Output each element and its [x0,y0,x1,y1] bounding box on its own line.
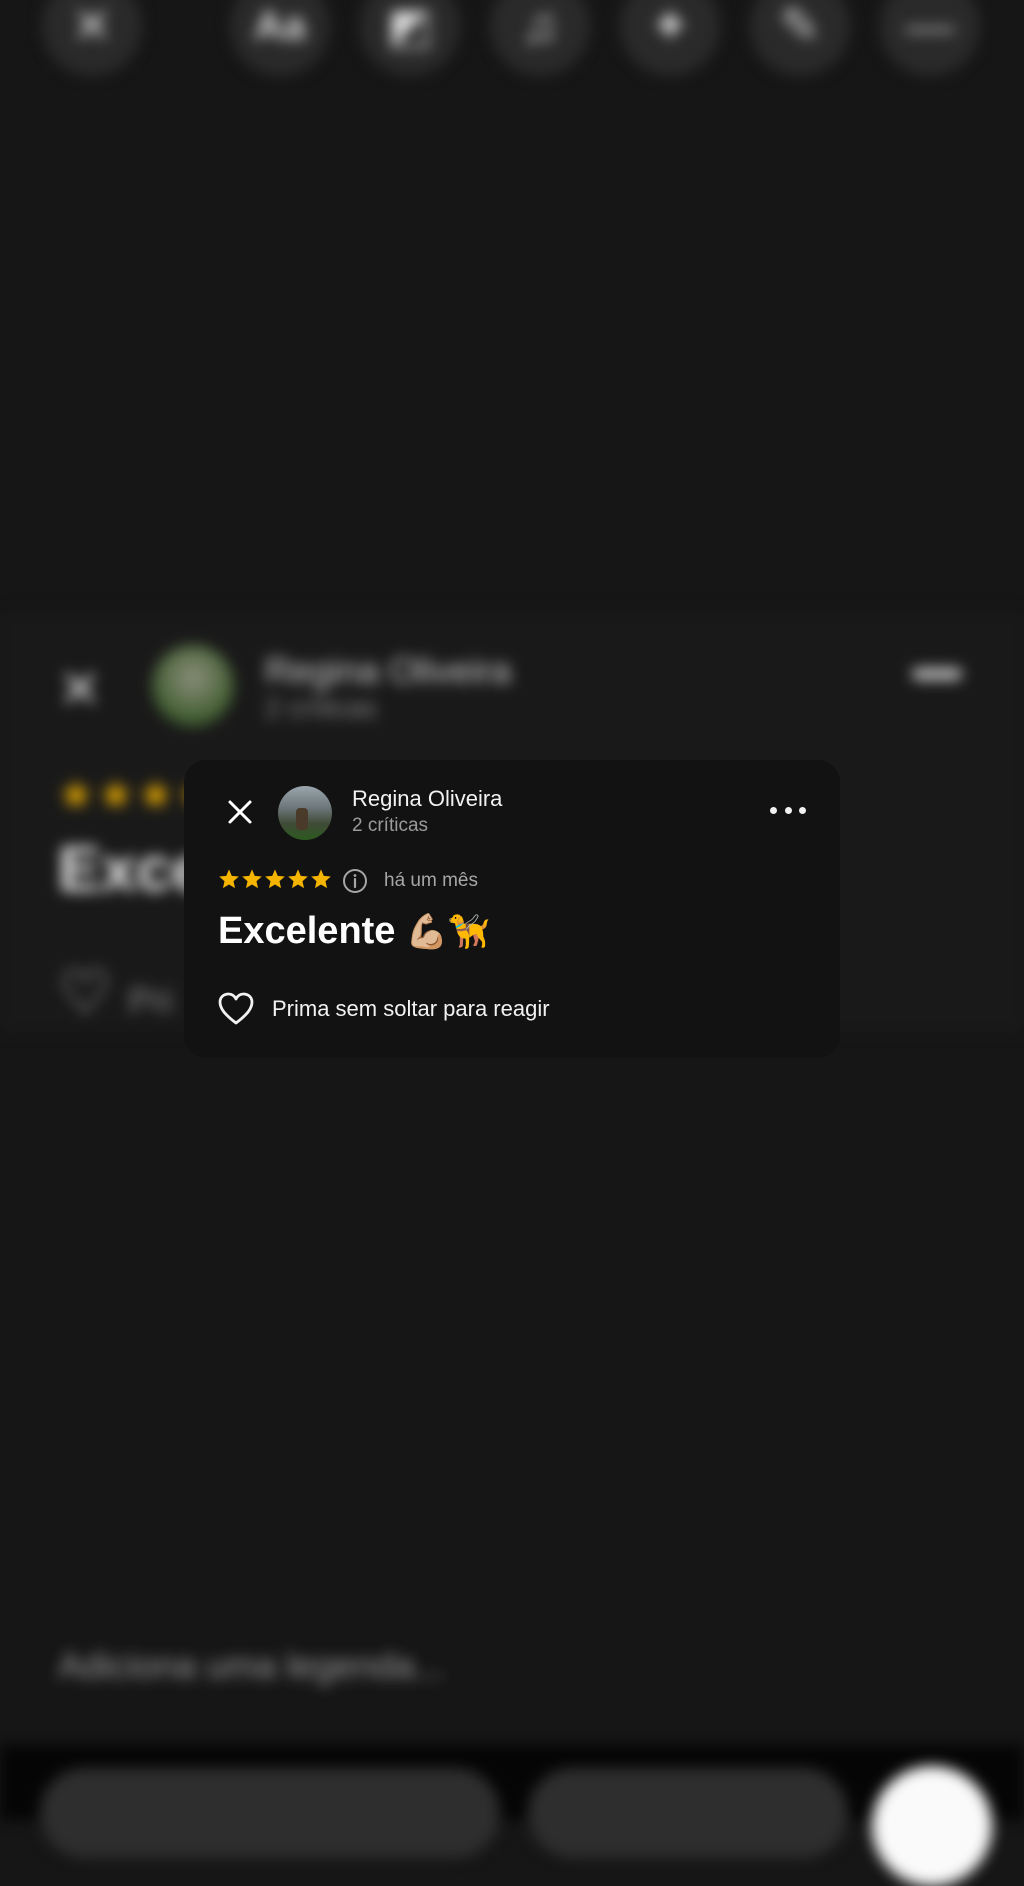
effects-icon[interactable]: ✦ [620,0,720,76]
star-icon [219,869,239,889]
background-review-count: 2 críticas [265,692,378,723]
background-close-icon: ✕ [58,661,102,719]
star-icon [288,869,308,889]
more-options-icon[interactable] [770,798,806,822]
review-emojis: 💪🏼🦮 [405,912,491,951]
star-icon [311,869,331,889]
review-count: 2 críticas [352,815,429,836]
more-icon[interactable]: — [880,0,980,76]
avatar[interactable] [278,786,332,840]
share-target-pill[interactable] [40,1768,500,1858]
caption-input[interactable]: Adiciona uma legenda... [58,1645,444,1687]
review-text-content: Excelente [218,910,396,952]
background-reviewer-name: Regina Oliveira [265,650,512,691]
heart-icon[interactable] [218,992,254,1026]
background-more-icon [912,668,962,680]
text-tool-icon[interactable]: Aa [230,0,330,76]
review-text: Excelente 💪🏼🦮 [218,910,490,953]
draw-icon[interactable]: ✎ [750,0,850,76]
background-avatar [152,645,234,727]
reviewer-name[interactable]: Regina Oliveira [352,786,502,812]
music-icon[interactable]: ♫ [490,0,590,76]
send-button[interactable] [872,1766,992,1886]
review-timestamp: há um mês [384,870,478,891]
close-icon[interactable] [220,792,260,832]
share-target-pill[interactable] [528,1768,848,1858]
star-icon [242,869,262,889]
sticker-icon[interactable]: ◩ [360,0,460,76]
close-icon[interactable]: ✕ [42,0,142,76]
react-hint[interactable]: Prima sem soltar para reagir [272,996,550,1022]
star-icon [265,869,285,889]
star-rating [218,868,332,890]
review-card-popup: Regina Oliveira 2 críticas há um mês Exc… [184,760,840,1058]
info-icon[interactable] [342,868,368,894]
background-heart-icon: ♡ Pri [58,959,173,1026]
